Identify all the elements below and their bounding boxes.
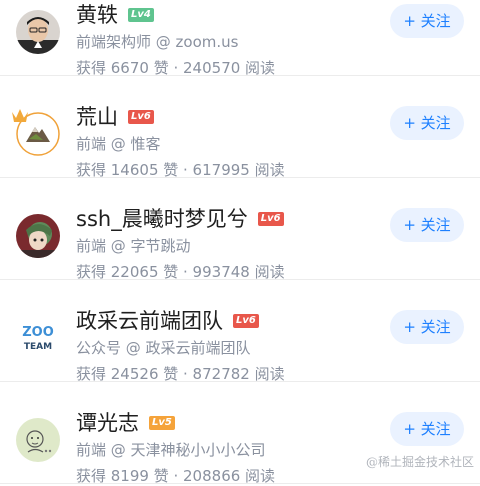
zoo-team-logo-icon: ZOO TEAM	[16, 316, 60, 360]
follow-button[interactable]: + 关注	[390, 4, 464, 38]
user-stats: 获得 8199 赞 · 208866 阅读	[76, 466, 275, 486]
user-description: 前端架构师 @ zoom.us	[76, 32, 238, 52]
sketch-character-icon	[16, 418, 60, 462]
follow-button[interactable]: + 关注	[390, 412, 464, 446]
follow-button[interactable]: + 关注	[390, 208, 464, 242]
mountain-crown-icon	[10, 104, 60, 156]
user-stats: 获得 6670 赞 · 240570 阅读	[76, 58, 275, 78]
user-stats: 获得 22065 赞 · 993748 阅读	[76, 262, 285, 282]
level-badge: Lv5	[149, 416, 175, 430]
level-badge: Lv6	[128, 110, 154, 124]
user-name[interactable]: 黄轶	[76, 2, 118, 28]
watermark: @稀土掘金技术社区	[366, 453, 474, 470]
level-badge: Lv6	[233, 314, 259, 328]
list-item[interactable]: ZOO TEAM 政采云前端团队 Lv6 公众号 @ 政采云前端团队 获得 24…	[0, 280, 480, 382]
user-description: 前端 @ 天津神秘小小小公司	[76, 440, 266, 460]
level-badge: Lv4	[128, 8, 154, 22]
user-name[interactable]: 政采云前端团队	[76, 308, 223, 334]
author-list: 黄轶 Lv4 前端架构师 @ zoom.us 获得 6670 赞 · 24057…	[0, 0, 480, 484]
user-name[interactable]: ssh_晨曦时梦见兮	[76, 206, 248, 232]
level-badge: Lv6	[258, 212, 284, 226]
user-stats: 获得 24526 赞 · 872782 阅读	[76, 364, 285, 384]
avatar[interactable]	[16, 112, 60, 156]
svg-text:TEAM: TEAM	[24, 342, 52, 352]
avatar[interactable]	[16, 10, 60, 54]
user-description: 前端 @ 字节跳动	[76, 236, 191, 256]
list-item[interactable]: 黄轶 Lv4 前端架构师 @ zoom.us 获得 6670 赞 · 24057…	[0, 0, 480, 76]
list-item[interactable]: ssh_晨曦时梦见兮 Lv6 前端 @ 字节跳动 获得 22065 赞 · 99…	[0, 178, 480, 280]
svg-text:ZOO: ZOO	[22, 325, 54, 340]
avatar[interactable]: ZOO TEAM	[16, 316, 60, 360]
user-stats: 获得 14605 赞 · 617995 阅读	[76, 160, 285, 180]
avatar[interactable]	[16, 418, 60, 462]
person-photo-icon	[16, 10, 60, 54]
avatar[interactable]	[16, 214, 60, 258]
user-name[interactable]: 荒山	[76, 104, 118, 130]
follow-button[interactable]: + 关注	[390, 106, 464, 140]
user-description: 前端 @ 惟客	[76, 134, 161, 154]
user-description: 公众号 @ 政采云前端团队	[76, 338, 251, 358]
user-name[interactable]: 谭光志	[76, 410, 139, 436]
list-item[interactable]: 荒山 Lv6 前端 @ 惟客 获得 14605 赞 · 617995 阅读 + …	[0, 76, 480, 178]
anime-character-icon	[16, 214, 60, 258]
follow-button[interactable]: + 关注	[390, 310, 464, 344]
